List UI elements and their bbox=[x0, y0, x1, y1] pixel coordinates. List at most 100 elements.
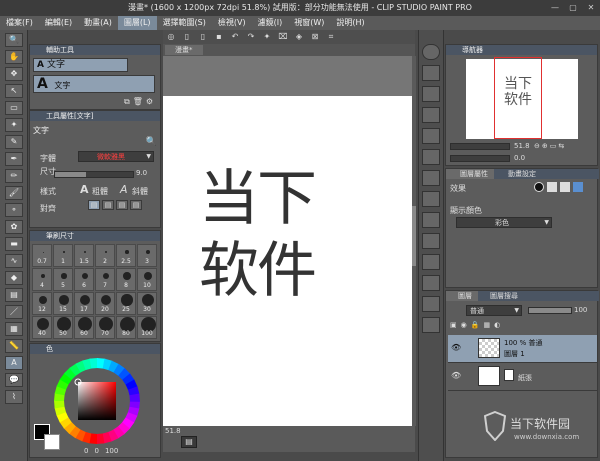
new-file-icon[interactable]: ▯ bbox=[181, 32, 193, 42]
brush-size-cell[interactable]: 4 bbox=[32, 268, 52, 291]
move-icon[interactable]: ✥ bbox=[5, 67, 23, 81]
brush-size-cell[interactable]: 2 bbox=[95, 244, 115, 267]
size-slider[interactable] bbox=[54, 171, 134, 178]
correct-line-icon[interactable]: ⌇ bbox=[5, 390, 23, 404]
page-icon[interactable] bbox=[422, 212, 440, 228]
navigator-angle-slider[interactable] bbox=[450, 155, 510, 162]
gradient-icon[interactable]: ▤ bbox=[5, 288, 23, 302]
clip-icon[interactable]: ▣ bbox=[450, 321, 457, 329]
zoom-icon[interactable]: 🔍 bbox=[5, 33, 23, 47]
blend-icon[interactable]: ∿ bbox=[5, 254, 23, 268]
menu-layer[interactable]: 圖層(L) bbox=[117, 16, 157, 30]
timeline-icon[interactable] bbox=[422, 233, 440, 249]
tab-animation-settings[interactable]: 動畫設定 bbox=[494, 169, 542, 179]
operation-icon[interactable]: ↖ bbox=[5, 84, 23, 98]
zoom-in-icon[interactable]: ⊕ bbox=[542, 142, 548, 150]
hand-icon[interactable]: ✋ bbox=[5, 50, 23, 64]
save-icon[interactable]: ▪ bbox=[213, 32, 225, 42]
align-right-icon[interactable]: ▤ bbox=[116, 200, 128, 210]
frame-icon[interactable]: ▦ bbox=[5, 322, 23, 336]
redo-icon[interactable]: ↷ bbox=[245, 32, 257, 42]
lock-icon[interactable]: 🔒 bbox=[471, 321, 480, 329]
color-wheel[interactable] bbox=[54, 358, 140, 444]
brush-size-cell[interactable]: 40 bbox=[32, 316, 52, 339]
display-color-select[interactable]: 彩色 ▼ bbox=[456, 217, 552, 228]
settings-icon[interactable]: ⚙ bbox=[146, 97, 153, 107]
align-left-icon[interactable]: ▤ bbox=[88, 200, 100, 210]
blend-mode-select[interactable]: 普通 ▼ bbox=[466, 305, 522, 316]
italic-icon[interactable]: A bbox=[120, 183, 128, 196]
pencil-icon[interactable]: ✏ bbox=[5, 169, 23, 183]
minimize-button[interactable]: — bbox=[546, 0, 564, 16]
brush-size-cell[interactable]: 3 bbox=[137, 244, 157, 267]
brush-size-cell[interactable]: 70 bbox=[95, 316, 115, 339]
opacity-slider[interactable] bbox=[528, 307, 572, 314]
open-file-icon[interactable]: ▯ bbox=[197, 32, 209, 42]
brush-size-cell[interactable]: 1 bbox=[53, 244, 73, 267]
fit-icon[interactable]: ▭ bbox=[550, 142, 557, 150]
brush-size-cell[interactable]: 100 bbox=[137, 316, 157, 339]
pen-icon[interactable]: ✒ bbox=[5, 152, 23, 166]
brush-size-cell[interactable]: 60 bbox=[74, 316, 94, 339]
canvas-tab[interactable]: 漫畫* bbox=[165, 45, 203, 55]
sub-view-icon[interactable] bbox=[422, 86, 440, 102]
auto-select-icon[interactable]: ✦ bbox=[5, 118, 23, 132]
vertical-scrollbar[interactable] bbox=[412, 56, 416, 426]
menu-selection[interactable]: 選擇範圍(S) bbox=[157, 16, 212, 30]
brush-size-cell[interactable]: 1.5 bbox=[74, 244, 94, 267]
effect-color-icon[interactable] bbox=[560, 182, 570, 192]
eyedropper-icon[interactable]: ✎ bbox=[5, 135, 23, 149]
copy-icon[interactable]: ⧉ bbox=[124, 97, 130, 107]
fill-icon[interactable]: ◆ bbox=[5, 271, 23, 285]
menu-animation[interactable]: 動畫(A) bbox=[78, 16, 118, 30]
menu-help[interactable]: 說明(H) bbox=[330, 16, 370, 30]
zoom-property-icon[interactable]: 🔍 bbox=[146, 137, 157, 147]
flip-icon[interactable]: ⇆ bbox=[558, 142, 564, 150]
brush-size-cell[interactable]: 20 bbox=[95, 292, 115, 315]
navigator-zoom-slider[interactable] bbox=[450, 143, 510, 150]
history-icon[interactable] bbox=[422, 128, 440, 144]
material-icon[interactable] bbox=[422, 65, 440, 81]
clip-studio-icon[interactable] bbox=[422, 44, 440, 60]
font-select[interactable]: 微軟雅黑 ▼ bbox=[78, 151, 154, 162]
deselect-icon[interactable]: ✦ bbox=[261, 32, 273, 42]
layer-row[interactable]: 👁 紙張 bbox=[448, 363, 597, 391]
eraser-icon[interactable]: ▬ bbox=[5, 237, 23, 251]
zoom-out-icon[interactable]: ⊖ bbox=[534, 142, 540, 150]
brush-size-cell[interactable]: 15 bbox=[53, 292, 73, 315]
navigator-preview[interactable]: 当下 软件 bbox=[466, 57, 578, 139]
tab-layer[interactable]: 圖層 bbox=[446, 291, 478, 301]
sub-tool-item-text[interactable]: A 文字 bbox=[33, 58, 128, 72]
fill-selection-icon[interactable]: ◈ bbox=[293, 32, 305, 42]
story-icon[interactable] bbox=[422, 296, 440, 312]
palette-icon[interactable] bbox=[422, 317, 440, 333]
brush-size-cell[interactable]: 8 bbox=[116, 268, 136, 291]
effect-border-icon[interactable] bbox=[534, 182, 544, 192]
vertical-scrollbar-thumb[interactable] bbox=[412, 206, 416, 266]
brush-size-cell[interactable]: 30 bbox=[137, 292, 157, 315]
align-justify-icon[interactable]: ▤ bbox=[130, 200, 142, 210]
auto-action-icon[interactable] bbox=[422, 254, 440, 270]
tab-layer-property[interactable]: 圖層屬性 bbox=[446, 169, 494, 179]
brush-size-cell[interactable]: 80 bbox=[116, 316, 136, 339]
close-button[interactable]: ✕ bbox=[582, 0, 600, 16]
brush-size-cell[interactable]: 0.7 bbox=[32, 244, 52, 267]
search-icon[interactable] bbox=[422, 191, 440, 207]
brush-size-cell[interactable]: 7 bbox=[95, 268, 115, 291]
menu-view[interactable]: 檢視(V) bbox=[212, 16, 252, 30]
sub-tool-group[interactable]: A 文字 bbox=[33, 75, 155, 93]
menu-edit[interactable]: 編輯(E) bbox=[39, 16, 78, 30]
undo-icon[interactable]: ↶ bbox=[229, 32, 241, 42]
layer-icon[interactable] bbox=[422, 149, 440, 165]
tab-layer-search[interactable]: 圖層搜尋 bbox=[478, 291, 524, 301]
mask-icon[interactable]: ◐ bbox=[494, 321, 500, 329]
brush-size-cell[interactable]: 17 bbox=[74, 292, 94, 315]
brush-size-cell[interactable]: 50 bbox=[53, 316, 73, 339]
brush-size-cell[interactable]: 25 bbox=[116, 292, 136, 315]
animation-icon[interactable] bbox=[422, 170, 440, 186]
brush-size-cell[interactable]: 5 bbox=[53, 268, 73, 291]
brush-size-cell[interactable]: 6 bbox=[74, 268, 94, 291]
menu-filter[interactable]: 濾鏡(I) bbox=[252, 16, 289, 30]
menu-file[interactable]: 檔案(F) bbox=[0, 16, 39, 30]
info-icon[interactable] bbox=[422, 107, 440, 123]
